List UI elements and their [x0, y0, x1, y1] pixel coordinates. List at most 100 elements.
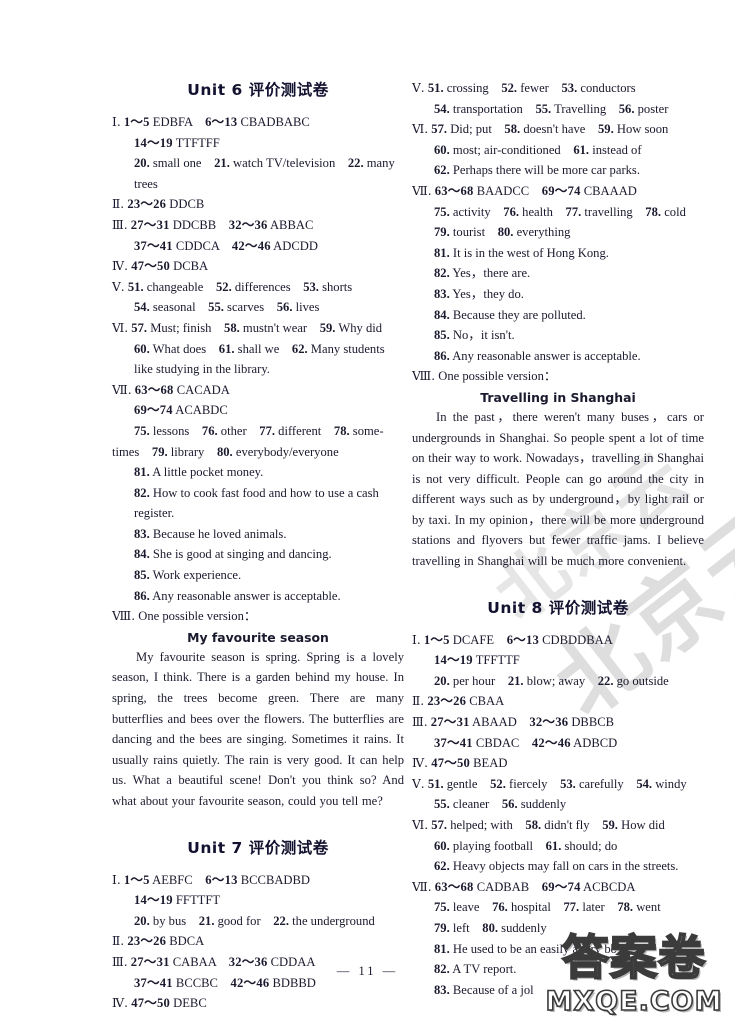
answer-line: 62. Perhaps there will be more car parks…: [434, 163, 640, 178]
question-number: 83.: [434, 982, 450, 997]
section-roman-numeral: Ⅶ.: [412, 183, 432, 198]
unit7-title: Unit 7 评价测试卷: [187, 838, 329, 857]
question-number: 56.: [501, 797, 518, 812]
question-number: 80.: [497, 225, 514, 240]
question-number: 60.: [134, 341, 150, 356]
question-number: 79.: [151, 444, 168, 459]
answer-line: 20. by bus 21. good for 22. the undergro…: [134, 913, 375, 928]
question-number: 55.: [434, 797, 450, 812]
question-number: 58.: [224, 320, 240, 335]
answer-line: 60. most; air-conditioned 61. instead of: [434, 142, 642, 157]
question-number: 23～26: [127, 197, 167, 212]
answer-line: 75. activity 76. health 77. travelling 7…: [434, 204, 686, 219]
section-roman-numeral: Ⅵ.: [112, 320, 129, 335]
answer-line: Ⅶ. 63～68 BAADCC 69～74 CBAAAD: [412, 183, 637, 198]
answer-line: 86. Any reasonable answer is acceptable.: [434, 348, 641, 363]
answer-line: 60. What does 61. shall we 62. Many stud…: [134, 341, 385, 356]
section-roman-numeral: Ⅱ.: [412, 694, 425, 709]
answer-line: 85. No，it isn't.: [434, 328, 515, 343]
question-number: 6～13: [506, 632, 539, 647]
question-number: 42～46: [231, 238, 271, 253]
question-number: 81.: [434, 245, 450, 260]
answer-line: Ⅳ. 47～50 DEBC: [112, 996, 207, 1011]
question-number: 75.: [134, 423, 150, 438]
question-number: 42～46: [531, 735, 571, 750]
left-column: Unit 6 评价测试卷 Ⅰ. 1～5 EDBFA 6～13 CBADBABC 1…: [112, 78, 404, 1014]
answer-line: Ⅵ. 57. Did; put 58. doesn't have 59. How…: [412, 122, 669, 137]
question-number: 32～36: [529, 715, 569, 730]
section-roman-numeral: Ⅳ.: [112, 996, 129, 1011]
answer-line: 75. lessons 76. other 77. different 78. …: [134, 423, 384, 438]
answer-line: Ⅶ. 63～68 CACADA: [112, 382, 230, 397]
section-roman-numeral: Ⅳ.: [412, 756, 429, 771]
question-number: 56.: [618, 101, 635, 116]
section-roman-numeral: Ⅴ.: [112, 279, 125, 294]
answer-line: Ⅴ. 51. gentle 52. fiercely 53. carefully…: [412, 776, 687, 791]
question-number: 69～74: [541, 183, 581, 198]
section-roman-numeral: Ⅲ.: [112, 217, 128, 232]
question-number: 75.: [434, 900, 450, 915]
answer-key-page: 北京云 北京云 Unit 6 评价测试卷 Ⅰ. 1～5 EDBFA 6～13 C…: [0, 0, 735, 1031]
answer-line: 69～74 ACABDC: [134, 403, 228, 418]
answer-line: 84. Because they are polluted.: [434, 307, 586, 322]
question-number: 51.: [427, 81, 444, 95]
question-number: 47～50: [431, 756, 470, 771]
unit8-title: Unit 8 评价测试卷: [487, 598, 629, 617]
question-number: 62.: [434, 163, 450, 178]
question-number: 79.: [434, 225, 450, 240]
answer-line: 37～41 CDDCA 42～46 ADCDD: [134, 238, 318, 253]
question-number: 78.: [333, 423, 350, 438]
answer-line: Ⅱ. 23～26 BDCA: [112, 934, 205, 949]
unit6-essay-title: My favourite season: [187, 629, 329, 645]
question-number: 84.: [134, 547, 150, 562]
answer-line: Ⅳ. 47～50 DCBA: [112, 259, 209, 274]
question-number: 62.: [291, 341, 308, 356]
question-number: 56.: [276, 300, 293, 315]
question-number: 59.: [598, 122, 614, 137]
question-number: 60.: [434, 142, 450, 157]
question-number: 82.: [134, 485, 150, 500]
question-number: 57.: [431, 122, 448, 137]
question-number: 61.: [545, 838, 562, 853]
answer-line: Ⅰ. 1～5 DCAFE 6～13 CDBDDBAA: [412, 632, 613, 647]
section-roman-numeral: Ⅴ.: [412, 776, 425, 791]
answer-line: 54. transportation 55. Travelling 56. po…: [434, 101, 669, 116]
answer-line: 55. cleaner 56. suddenly: [434, 797, 567, 812]
question-number: 79.: [434, 920, 450, 935]
section-roman-numeral: Ⅶ.: [412, 879, 432, 894]
answer-line: Ⅳ. 47～50 BEAD: [412, 756, 508, 771]
answer-line: 14～19 FFTTFT: [134, 893, 221, 908]
question-number: 37～41: [134, 238, 173, 253]
unit7-continued-answer-list: Ⅴ. 51. crossing 52. fewer 53. conductors…: [412, 78, 704, 387]
section-roman-numeral: Ⅷ.: [412, 369, 436, 384]
question-number: 21.: [214, 156, 230, 171]
question-number: 14～19: [134, 893, 173, 908]
answer-line: 14～19 TTFTFF: [134, 135, 220, 150]
answer-line: 85. Work experience.: [134, 568, 242, 583]
question-number: 78.: [645, 204, 662, 219]
question-number: 6～13: [205, 115, 238, 129]
answer-line: 79. tourist 80. everything: [434, 225, 571, 240]
question-number: 22.: [273, 913, 289, 928]
question-number: 51.: [427, 776, 444, 791]
question-number: 77.: [565, 204, 582, 219]
answer-line: 79. left 80. suddenly: [434, 920, 547, 935]
question-number: 54.: [636, 776, 653, 791]
answer-line: register.: [134, 506, 175, 521]
question-number: 20.: [434, 673, 450, 688]
question-number: 69～74: [134, 403, 173, 418]
question-number: 58.: [504, 122, 521, 137]
question-number: 20.: [134, 156, 150, 171]
question-number: 80.: [482, 920, 499, 935]
question-number: 81.: [434, 941, 450, 956]
question-number: 47～50: [131, 259, 170, 274]
question-number: 52.: [501, 81, 518, 95]
question-number: 85.: [434, 328, 450, 343]
answer-line: Ⅷ. One possible version：: [112, 609, 257, 624]
answer-line: 81. A little pocket money.: [134, 465, 264, 480]
question-number: 58.: [525, 818, 542, 832]
answer-line: Ⅲ. 27～31 ABAAD 32～36 DBBCB: [412, 715, 615, 730]
question-number: 21.: [198, 913, 215, 928]
question-number: 27～31: [130, 217, 170, 232]
question-number: 1～5: [123, 115, 150, 129]
